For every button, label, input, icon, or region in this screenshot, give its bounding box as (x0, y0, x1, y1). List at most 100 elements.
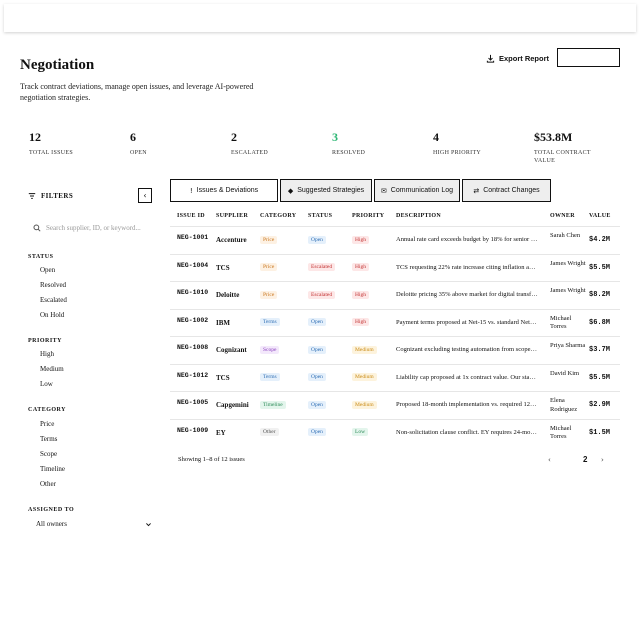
priority-badge: Medium (352, 373, 377, 381)
value-cell: $3.7M (589, 346, 611, 354)
tab-communication-log[interactable]: ✉ Communication Log (374, 179, 460, 202)
stat-escalated: 2 ESCALATED (231, 130, 301, 157)
filter-category-scope[interactable]: Scope (40, 450, 57, 458)
description-cell: Cognizant excluding testing automation f… (396, 346, 538, 353)
description-cell: Annual rate card exceeds budget by 18% f… (396, 236, 538, 243)
column-header-issue-id[interactable]: ISSUE ID (177, 213, 205, 219)
assigned-owner-select[interactable]: All owners (36, 520, 152, 528)
category-badge: Scope (260, 345, 280, 354)
supplier-cell: IBM (216, 318, 230, 327)
filter-category-timeline[interactable]: Timeline (40, 465, 65, 473)
column-header-description[interactable]: DESCRIPTION (396, 213, 441, 219)
tab-label: Contract Changes (483, 187, 540, 194)
mail-icon: ✉ (380, 186, 387, 195)
stat-label: TOTAL ISSUES (29, 150, 73, 156)
supplier-cell: TCS (216, 373, 230, 382)
filter-search[interactable]: Search supplier, ID, or keyword... (33, 224, 141, 232)
filter-status-resolved[interactable]: Resolved (40, 281, 66, 289)
filter-group-priority: PRIORITY (28, 338, 63, 344)
filter-category-other[interactable]: Other (40, 480, 56, 488)
value-cell: $5.5M (589, 263, 611, 272)
owner-cell: Michael Torres (550, 424, 572, 441)
filter-category-terms[interactable]: Terms (40, 435, 57, 443)
column-header-category[interactable]: CATEGORY (260, 213, 296, 219)
chevron-left-icon: ‹ (143, 191, 147, 200)
value-cell: $5.5M (589, 373, 611, 382)
priority-badge: High (352, 235, 369, 244)
issue-id-cell: NEG-1001 (177, 234, 209, 241)
owner-cell: Michael Torres (550, 314, 572, 331)
column-header-supplier[interactable]: SUPPLIER (216, 213, 248, 219)
supplier-cell: Deloitte (216, 291, 240, 299)
column-header-owner[interactable]: OWNER (550, 213, 575, 219)
category-badge: Terms (260, 373, 280, 381)
table-row[interactable]: NEG-1008 Cognizant Scope Open Medium Cognizan… (170, 336, 620, 364)
priority-badge: High (352, 290, 369, 299)
tab-issues-deviations[interactable]: ! Issues & Deviations (170, 179, 278, 202)
filter-category-price[interactable]: Price (40, 420, 54, 428)
pagination-page-button[interactable]: 2 (583, 455, 587, 464)
status-badge: Escalated (308, 290, 336, 299)
stat-label: TOTAL CONTRACT VALUE (534, 150, 591, 164)
description-cell: Deloitte pricing 35% above market for di… (396, 291, 538, 298)
filter-status-open[interactable]: Open (40, 266, 55, 274)
stat-label: HIGH PRIORITY (433, 150, 482, 156)
collapse-filters-button[interactable]: ‹ (138, 188, 152, 203)
owner-cell: Sarah Chen (550, 232, 581, 239)
swap-icon: ⇄ (473, 186, 480, 195)
column-header-status[interactable]: STATUS (308, 213, 332, 219)
description-cell: Proposed 18-month implementation vs. req… (396, 401, 538, 408)
category-badge: Other (260, 428, 279, 436)
filter-priority-medium[interactable]: Medium (40, 365, 64, 373)
pagination-prev-button[interactable]: ‹ (548, 456, 551, 464)
table-row[interactable]: NEG-1002 IBM Terms Open High Payment terms pr… (170, 308, 620, 337)
category-badge: Price (260, 290, 278, 299)
category-badge: Timeline (260, 400, 286, 409)
filters-title: FILTERS (41, 192, 74, 200)
supplier-cell: TCS (216, 263, 230, 272)
stat-resolved: 3 RESOLVED (332, 130, 402, 157)
filter-status-escalated[interactable]: Escalated (40, 296, 67, 304)
filter-status-on-hold[interactable]: On Hold (40, 311, 64, 319)
table-row[interactable]: NEG-1009 EY Other Open Low Non-solicitation c… (170, 418, 620, 447)
supplier-cell: Cognizant (216, 346, 247, 354)
header-action-button[interactable] (557, 48, 620, 67)
issue-id-cell: NEG-1005 (177, 399, 209, 406)
stat-total-issues: 12 TOTAL ISSUES (29, 130, 99, 157)
column-header-priority[interactable]: PRIORITY (352, 213, 384, 219)
assigned-owner-value: All owners (36, 520, 67, 528)
tab-contract-changes[interactable]: ⇄ Contract Changes (462, 179, 551, 202)
export-report-button[interactable]: Export Report (486, 52, 549, 64)
status-badge: Escalated (308, 263, 336, 271)
tab-suggested-strategies[interactable]: ◆ Suggested Strategies (280, 179, 372, 202)
table-row[interactable]: NEG-1005 Capgemini Timeline Open Medium Propo… (170, 391, 620, 419)
owner-cell: James Wright (550, 259, 586, 267)
table-row[interactable]: NEG-1001 Accenture Price Open High Annual rat… (170, 226, 620, 254)
status-badge: Open (308, 428, 326, 436)
status-badge: Open (308, 373, 326, 381)
owner-cell: James Wright (550, 287, 586, 294)
value-cell: $6.8M (589, 318, 611, 327)
owner-cell: David Kim (550, 369, 580, 377)
search-input[interactable]: Search supplier, ID, or keyword... (46, 224, 141, 232)
supplier-cell: Accenture (216, 236, 247, 244)
filter-priority-high[interactable]: High (40, 350, 54, 358)
pagination-next-button[interactable]: › (601, 456, 604, 464)
page-title: Negotiation (20, 57, 95, 73)
priority-badge: High (352, 318, 369, 326)
table-row[interactable]: NEG-1010 Deloitte Price Escalated High Deloit… (170, 281, 620, 309)
table-row[interactable]: NEG-1004 TCS Price Escalated High TCS request… (170, 253, 620, 282)
value-cell: $8.2M (589, 291, 611, 299)
page-subtitle: Track contract deviations, manage open i… (20, 82, 254, 102)
priority-badge: High (352, 263, 369, 271)
category-badge: Terms (260, 318, 280, 326)
pagination-summary: Showing 1–8 of 12 issues (178, 456, 245, 463)
download-icon (486, 54, 495, 63)
diamond-icon: ◆ (287, 186, 294, 195)
table-row[interactable]: NEG-1012 TCS Terms Open Medium Liability cap … (170, 363, 620, 392)
category-badge: Price (260, 235, 278, 244)
supplier-cell: EY (216, 428, 226, 437)
column-header-value[interactable]: VALUE (589, 213, 611, 219)
alert-icon: ! (189, 186, 193, 195)
filter-priority-low[interactable]: Low (40, 380, 53, 388)
